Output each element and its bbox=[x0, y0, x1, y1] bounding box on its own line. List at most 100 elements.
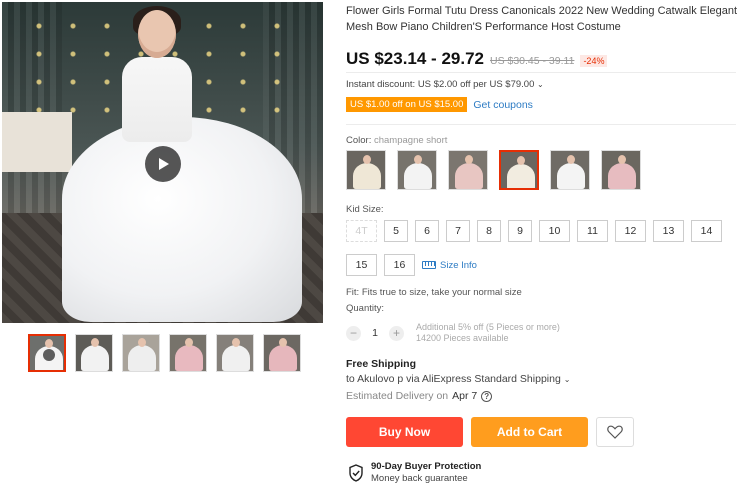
side-table bbox=[2, 112, 72, 172]
size-option[interactable]: 15 bbox=[346, 254, 377, 276]
play-icon bbox=[43, 349, 55, 361]
current-price: US $23.14 - 29.72 bbox=[346, 49, 484, 68]
delivery-date: Apr 7 bbox=[452, 390, 478, 402]
decrease-quantity-button[interactable]: − bbox=[346, 325, 361, 341]
swatch-head bbox=[618, 155, 626, 164]
swatch-head bbox=[363, 155, 371, 164]
divider bbox=[346, 72, 736, 73]
buyer-protection: 90-Day Buyer Protection Money back guara… bbox=[348, 461, 481, 485]
divider bbox=[346, 124, 736, 125]
main-product-image[interactable] bbox=[2, 2, 323, 323]
swatch-head bbox=[567, 155, 575, 164]
size-option[interactable]: 8 bbox=[477, 220, 501, 242]
color-swatch[interactable] bbox=[601, 150, 641, 190]
price-row: US $23.14 - 29.72 US $30.45 - 39.11 -24% bbox=[346, 49, 608, 69]
swatch-dress bbox=[507, 164, 535, 188]
swatch-dress bbox=[353, 163, 381, 189]
bulk-discount-note: Additional 5% off (5 Pieces or more) bbox=[416, 322, 560, 332]
shipping-title: Free Shipping bbox=[346, 358, 417, 370]
size-option[interactable]: 12 bbox=[615, 220, 646, 242]
swatch-dress bbox=[404, 163, 432, 189]
product-title: Flower Girls Formal Tutu Dress Canonical… bbox=[346, 5, 738, 33]
thumbnail-head bbox=[232, 338, 240, 347]
gallery-thumbnail[interactable] bbox=[122, 334, 160, 372]
color-swatch[interactable] bbox=[448, 150, 488, 190]
thumbnail-head bbox=[138, 338, 146, 347]
size-info-link[interactable]: Size Info bbox=[422, 254, 477, 276]
quantity-note: Additional 5% off (5 Pieces or more) 142… bbox=[416, 322, 560, 344]
buyer-protection-text: 90-Day Buyer Protection Money back guara… bbox=[371, 461, 481, 485]
size-info-text: Size Info bbox=[440, 259, 477, 271]
gallery-thumbnail[interactable] bbox=[263, 334, 301, 372]
size-option: 4T bbox=[346, 220, 377, 242]
shield-icon bbox=[349, 464, 363, 482]
estimated-delivery-label: Estimated Delivery on bbox=[346, 390, 449, 402]
thumbnail-dress bbox=[222, 345, 250, 371]
thumbnail-dress bbox=[128, 345, 156, 371]
size-option[interactable]: 10 bbox=[539, 220, 570, 242]
color-swatch[interactable] bbox=[346, 150, 386, 190]
size-option[interactable]: 11 bbox=[577, 220, 608, 242]
instant-discount[interactable]: Instant discount: US $2.00 off per US $7… bbox=[346, 79, 544, 90]
add-to-cart-button[interactable]: Add to Cart bbox=[471, 417, 588, 447]
buyer-protection-subtitle: Money back guarantee bbox=[371, 473, 468, 484]
shipping-destination[interactable]: to Akulovo p via AliExpress Standard Shi… bbox=[346, 373, 570, 385]
color-swatch[interactable] bbox=[499, 150, 539, 190]
size-options: 4T 5 6 7 8 9 10 11 12 13 14 15 16 Size Info bbox=[346, 220, 746, 276]
swatch-head bbox=[517, 156, 525, 165]
get-coupons-link[interactable]: Get coupons bbox=[473, 99, 533, 111]
size-option[interactable]: 5 bbox=[384, 220, 408, 242]
model-head bbox=[138, 10, 176, 58]
buyer-protection-title: 90-Day Buyer Protection bbox=[371, 461, 482, 472]
swatch-dress bbox=[455, 163, 483, 189]
thumbnail-dress bbox=[175, 345, 203, 371]
quantity-stepper: − 1 + Additional 5% off (5 Pieces or mor… bbox=[346, 322, 560, 344]
thumbnail-head bbox=[185, 338, 193, 347]
chevron-down-icon: ⌄ bbox=[563, 375, 571, 384]
ruler-icon bbox=[422, 261, 436, 269]
thumbnail-strip bbox=[28, 334, 301, 372]
swatch-dress bbox=[557, 163, 585, 189]
color-options bbox=[346, 150, 641, 190]
size-option[interactable]: 7 bbox=[446, 220, 470, 242]
play-video-button[interactable] bbox=[145, 146, 181, 182]
thumbnail-head bbox=[45, 339, 53, 348]
quantity-value[interactable]: 1 bbox=[369, 327, 381, 339]
gallery-thumbnail[interactable] bbox=[28, 334, 66, 372]
gallery-thumbnail[interactable] bbox=[216, 334, 254, 372]
color-swatch[interactable] bbox=[550, 150, 590, 190]
size-option[interactable]: 9 bbox=[508, 220, 532, 242]
size-option[interactable]: 13 bbox=[653, 220, 684, 242]
coupon-tag: US $1.00 off on US $15.00 bbox=[346, 97, 468, 112]
thumbnail-head bbox=[279, 338, 287, 347]
swatch-dress bbox=[608, 163, 636, 189]
play-icon bbox=[159, 158, 169, 170]
dress-bodice bbox=[122, 57, 192, 142]
quantity-label: Quantity: bbox=[346, 303, 385, 314]
stock-available: 14200 Pieces available bbox=[416, 333, 509, 343]
size-option[interactable]: 14 bbox=[691, 220, 722, 242]
increase-quantity-button[interactable]: + bbox=[389, 325, 404, 341]
selected-color: champagne short bbox=[373, 135, 448, 146]
size-option[interactable]: 16 bbox=[384, 254, 415, 276]
color-label: Color: champagne short bbox=[346, 135, 447, 146]
estimated-delivery: Estimated Delivery on Apr 7 ? bbox=[346, 390, 493, 402]
thumbnail-dress bbox=[81, 345, 109, 371]
size-option[interactable]: 6 bbox=[415, 220, 439, 242]
discount-badge: -24% bbox=[580, 55, 608, 67]
help-icon[interactable]: ? bbox=[481, 390, 493, 402]
gallery-thumbnail[interactable] bbox=[169, 334, 207, 372]
chevron-down-icon: ⌄ bbox=[537, 80, 544, 89]
instant-discount-text: Instant discount: US $2.00 off per US $7… bbox=[346, 79, 535, 90]
swatch-head bbox=[414, 155, 422, 164]
wishlist-button[interactable] bbox=[596, 417, 634, 447]
thumbnail-head bbox=[91, 338, 99, 347]
original-price: US $30.45 - 39.11 bbox=[489, 55, 575, 67]
color-swatch[interactable] bbox=[397, 150, 437, 190]
thumbnail-dress bbox=[269, 345, 297, 371]
coupon-row: US $1.00 off on US $15.00 Get coupons bbox=[346, 97, 533, 112]
dress-skirt bbox=[62, 117, 302, 322]
gallery-thumbnail[interactable] bbox=[75, 334, 113, 372]
buy-now-button[interactable]: Buy Now bbox=[346, 417, 463, 447]
size-label: Kid Size: bbox=[346, 204, 384, 215]
